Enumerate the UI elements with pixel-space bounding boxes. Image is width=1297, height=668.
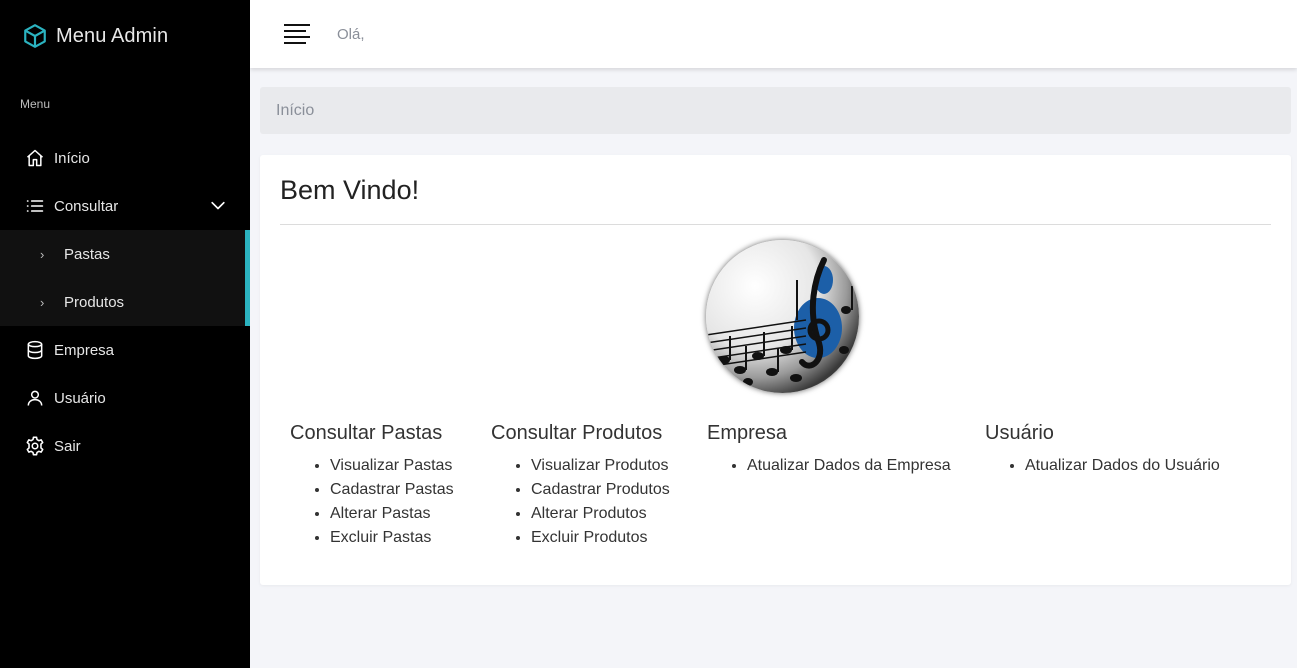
- topbar: Olá,: [250, 0, 1297, 68]
- link-list: Atualizar Dados do Usuário: [985, 454, 1220, 478]
- list-item: Visualizar Pastas: [330, 454, 454, 478]
- sidebar-subitem-label: Pastas: [64, 245, 110, 263]
- list-item: Excluir Produtos: [531, 526, 670, 550]
- menu-header: Menu: [20, 97, 51, 111]
- user-icon: [24, 387, 46, 409]
- link-atualizar-empresa[interactable]: Atualizar Dados da Empresa: [747, 457, 951, 474]
- divider: [280, 224, 1271, 225]
- link-list: Atualizar Dados da Empresa: [707, 454, 951, 478]
- section-consultar-produtos: Consultar Produtos Visualizar Produtos C…: [491, 422, 670, 550]
- section-title: Usuário: [985, 422, 1054, 444]
- sidebar: Menu Admin Menu Início Consultar › Pasta…: [0, 0, 250, 668]
- link-cadastrar-produtos[interactable]: Cadastrar Produtos: [531, 481, 670, 498]
- sidebar-item-sair[interactable]: Sair: [0, 422, 250, 470]
- sidebar-item-consultar[interactable]: Consultar: [0, 182, 250, 230]
- sidebar-item-usuario[interactable]: Usuário: [0, 374, 250, 422]
- list-item: Alterar Pastas: [330, 502, 454, 526]
- sidebar-item-label: Consultar: [54, 197, 119, 215]
- link-atualizar-usuario[interactable]: Atualizar Dados do Usuário: [1025, 457, 1220, 474]
- breadcrumb-current: Início: [276, 101, 315, 119]
- link-list: Visualizar Produtos Cadastrar Produtos A…: [491, 454, 670, 550]
- welcome-card: Bem Vindo! Consultar Pastas • Visualizar…: [260, 155, 1291, 585]
- hamburger-menu-icon[interactable]: [284, 24, 310, 44]
- section-title: Consultar Pastas: [290, 422, 443, 444]
- breadcrumb: Início: [260, 87, 1291, 134]
- link-excluir-pastas[interactable]: Excluir Pastas: [330, 529, 431, 546]
- list-item: Cadastrar Produtos: [531, 478, 670, 502]
- list-item: Atualizar Dados do Usuário: [1025, 454, 1220, 478]
- list-icon: [24, 195, 46, 217]
- gear-icon: [24, 435, 46, 457]
- sidebar-item-empresa[interactable]: Empresa: [0, 326, 250, 374]
- submenu-consultar: › Pastas › Produtos: [0, 230, 250, 326]
- link-excluir-produtos[interactable]: Excluir Produtos: [531, 529, 648, 546]
- chevron-right-icon: ›: [40, 294, 45, 310]
- greeting-text: Olá,: [337, 25, 365, 43]
- chevron-right-icon: ›: [40, 246, 45, 262]
- section-empresa: Empresa Atualizar Dados da Empresa: [707, 422, 951, 478]
- database-icon: [24, 339, 46, 361]
- section-title: Empresa: [707, 422, 788, 444]
- list-item: Alterar Produtos: [531, 502, 670, 526]
- list-item: Cadastrar Pastas: [330, 478, 454, 502]
- sidebar-subitem-pastas[interactable]: › Pastas: [0, 230, 250, 278]
- sidebar-subitem-label: Produtos: [64, 293, 125, 311]
- sidebar-item-inicio[interactable]: Início: [0, 134, 250, 182]
- link-alterar-pastas[interactable]: Alterar Pastas: [330, 505, 430, 522]
- link-cadastrar-pastas[interactable]: Cadastrar Pastas: [330, 481, 454, 498]
- list-item: Visualizar Produtos: [531, 454, 670, 478]
- page-title: Bem Vindo!: [280, 175, 420, 205]
- list-item: Excluir Pastas: [330, 526, 454, 550]
- link-visualizar-produtos[interactable]: Visualizar Produtos: [531, 457, 669, 474]
- list-item: Atualizar Dados da Empresa: [747, 454, 951, 478]
- link-visualizar-pastas[interactable]: Visualizar Pastas: [330, 457, 452, 474]
- section-consultar-pastas: Consultar Pastas Visualizar Pastas Cadas…: [290, 422, 454, 550]
- section-usuario: Usuário Atualizar Dados do Usuário: [985, 422, 1220, 478]
- brand-title: Menu Admin: [56, 24, 169, 47]
- sidebar-item-label: Usuário: [54, 389, 106, 407]
- sidebar-item-label: Sair: [54, 437, 81, 455]
- music-logo-image: [706, 240, 859, 393]
- brand[interactable]: Menu Admin: [0, 0, 250, 72]
- cube-icon: [22, 23, 48, 49]
- chevron-down-icon[interactable]: [208, 196, 228, 216]
- sidebar-item-label: Empresa: [54, 341, 115, 359]
- section-title: Consultar Produtos: [491, 422, 663, 444]
- sidebar-item-label: Início: [54, 149, 90, 167]
- link-list: Visualizar Pastas Cadastrar Pastas Alter…: [290, 454, 454, 550]
- home-icon: [24, 147, 46, 169]
- link-alterar-produtos[interactable]: Alterar Produtos: [531, 505, 647, 522]
- sidebar-subitem-produtos[interactable]: › Produtos: [0, 278, 250, 326]
